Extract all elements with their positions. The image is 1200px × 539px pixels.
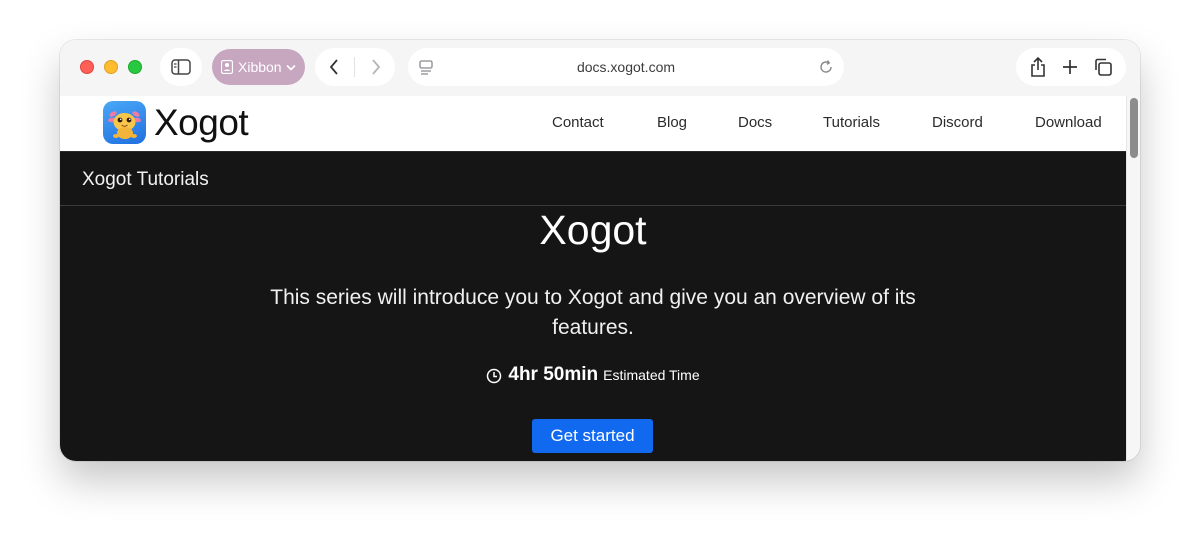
xogot-logo-icon[interactable] <box>103 101 146 144</box>
zoom-window-button[interactable] <box>128 60 142 74</box>
address-bar[interactable]: docs.xogot.com <box>408 48 844 86</box>
get-started-button[interactable]: Get started <box>532 419 653 453</box>
estimated-time: 4hr 50min Estimated Time <box>60 364 1126 386</box>
sidebar-toggle-button[interactable] <box>160 48 202 86</box>
chevron-right-icon[interactable] <box>370 58 382 76</box>
site-header: Xogot Contact Blog Docs Tutorials Discor… <box>60 96 1126 151</box>
nav-link-blog[interactable]: Blog <box>657 114 687 131</box>
scrollbar-thumb[interactable] <box>1130 98 1138 158</box>
sidebar-icon <box>171 59 191 75</box>
nav-separator <box>354 57 356 77</box>
tutorial-hero: Xogot Tutorials Xogot This series will i… <box>60 151 1126 461</box>
url-text: docs.xogot.com <box>576 59 676 75</box>
section-title[interactable]: Xogot Tutorials <box>82 169 209 191</box>
site-logo-text[interactable]: Xogot <box>154 102 249 144</box>
tutorials-header-bar: Xogot Tutorials <box>60 152 1126 206</box>
minimize-window-button[interactable] <box>104 60 118 74</box>
history-nav-group <box>315 48 395 86</box>
nav-link-docs[interactable]: Docs <box>738 114 772 131</box>
hero-description: This series will introduce you to Xogot … <box>270 286 916 339</box>
nav-link-discord[interactable]: Discord <box>932 114 983 131</box>
plus-icon[interactable] <box>1061 58 1079 76</box>
time-label: Estimated Time <box>603 367 700 383</box>
profile-button[interactable]: Xibbon <box>212 49 305 85</box>
nav-link-tutorials[interactable]: Tutorials <box>823 114 880 131</box>
axolotl-icon <box>108 111 141 139</box>
nav-link-contact[interactable]: Contact <box>552 114 604 131</box>
share-icon[interactable] <box>1029 56 1047 78</box>
clock-icon <box>487 368 502 384</box>
toolbar-actions <box>1016 48 1126 86</box>
chevron-left-icon[interactable] <box>328 58 340 76</box>
browser-window: Xibbon docs.xogot.com Xogot Contact Blog… <box>60 40 1140 461</box>
time-value: 4hr 50min <box>508 364 599 385</box>
chevron-down-icon <box>286 64 296 71</box>
browser-toolbar: Xibbon docs.xogot.com <box>60 40 1140 96</box>
scrollbar[interactable] <box>1126 96 1140 461</box>
close-window-button[interactable] <box>80 60 94 74</box>
nav-link-download[interactable]: Download <box>1035 114 1102 131</box>
profile-icon <box>221 60 233 74</box>
profile-name: Xibbon <box>238 59 282 75</box>
reload-icon[interactable] <box>818 59 834 75</box>
tab-overview-icon[interactable] <box>1093 57 1113 77</box>
hero-title: Xogot <box>539 207 647 253</box>
